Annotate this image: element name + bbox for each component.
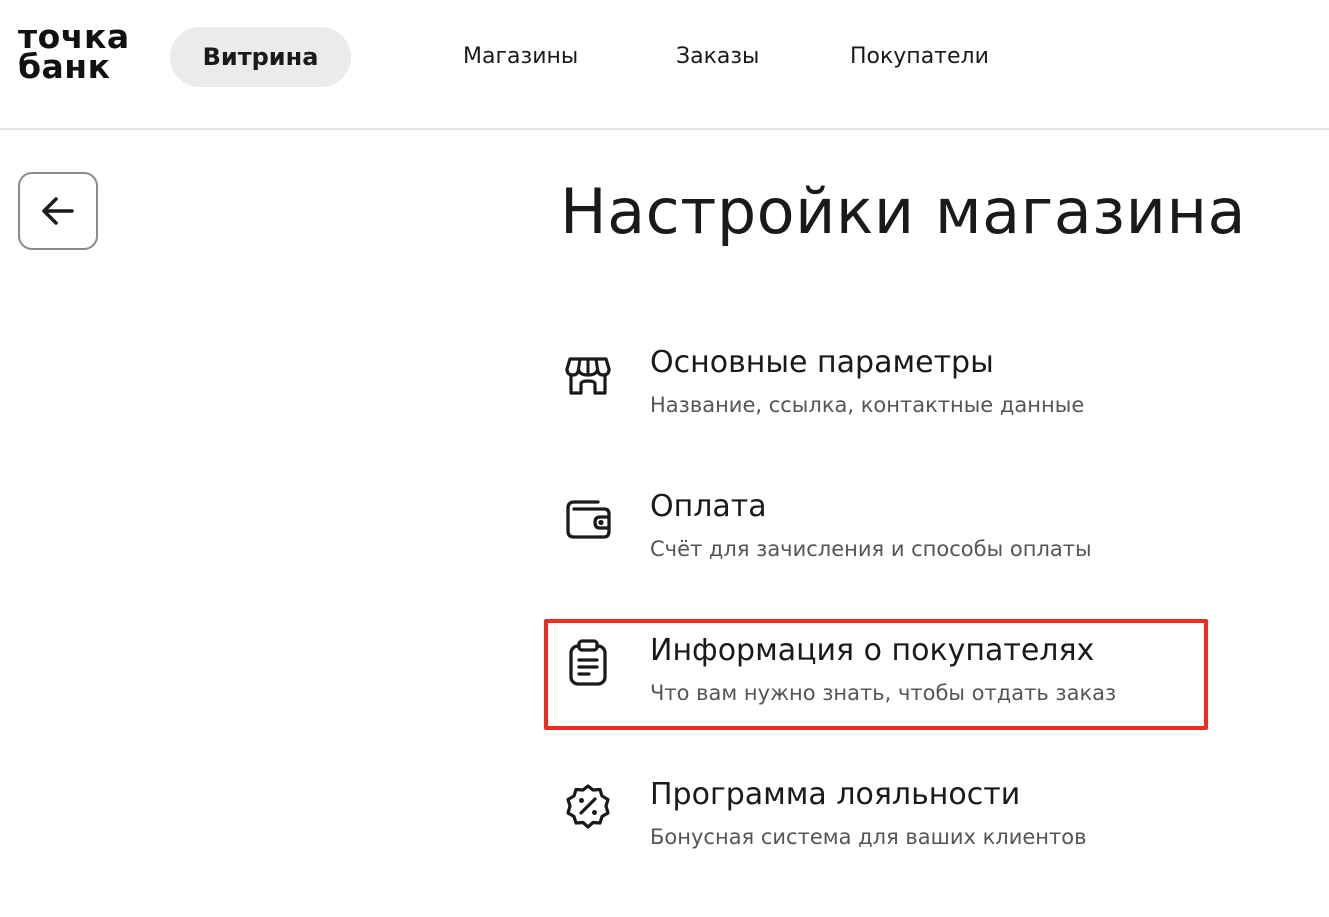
settings-item-loyalty[interactable]: Программа лояльности Бонусная система дл…	[560, 777, 1200, 877]
settings-item-title: Программа лояльности	[650, 777, 1021, 812]
nav-link-stores[interactable]: Магазины	[463, 44, 578, 69]
back-button[interactable]	[18, 172, 98, 250]
settings-item-subtitle: Бонусная система для ваших клиентов	[650, 825, 1087, 849]
settings-item-title: Основные параметры	[650, 345, 994, 380]
store-icon	[565, 357, 611, 395]
nav-link-customers[interactable]: Покупатели	[850, 44, 989, 69]
page-title: Настройки магазина	[560, 175, 1246, 248]
clipboard-icon	[569, 639, 607, 686]
settings-item-payment[interactable]: Оплата Счёт для зачисления и способы опл…	[560, 489, 1200, 589]
settings-item-title: Оплата	[650, 489, 767, 524]
settings-item-title: Информация о покупателях	[650, 633, 1095, 668]
wallet-icon	[566, 500, 611, 539]
settings-item-general[interactable]: Основные параметры Название, ссылка, кон…	[560, 345, 1200, 445]
settings-item-subtitle: Название, ссылка, контактные данные	[650, 393, 1085, 417]
nav-tab-vitrina[interactable]: Витрина	[170, 27, 351, 87]
logo-line-2: банк	[18, 47, 111, 86]
top-header: точка банк Витрина Магазины Заказы Покуп…	[0, 0, 1329, 130]
nav-link-orders[interactable]: Заказы	[676, 44, 759, 69]
settings-item-subtitle: Счёт для зачисления и способы оплаты	[650, 537, 1092, 561]
tochka-bank-logo[interactable]: точка банк	[18, 20, 130, 86]
arrow-left-icon	[42, 197, 74, 225]
settings-item-customer-info[interactable]: Информация о покупателях Что вам нужно з…	[560, 633, 1200, 733]
discount-badge-icon	[566, 784, 610, 829]
settings-item-subtitle: Что вам нужно знать, чтобы отдать заказ	[650, 681, 1117, 705]
